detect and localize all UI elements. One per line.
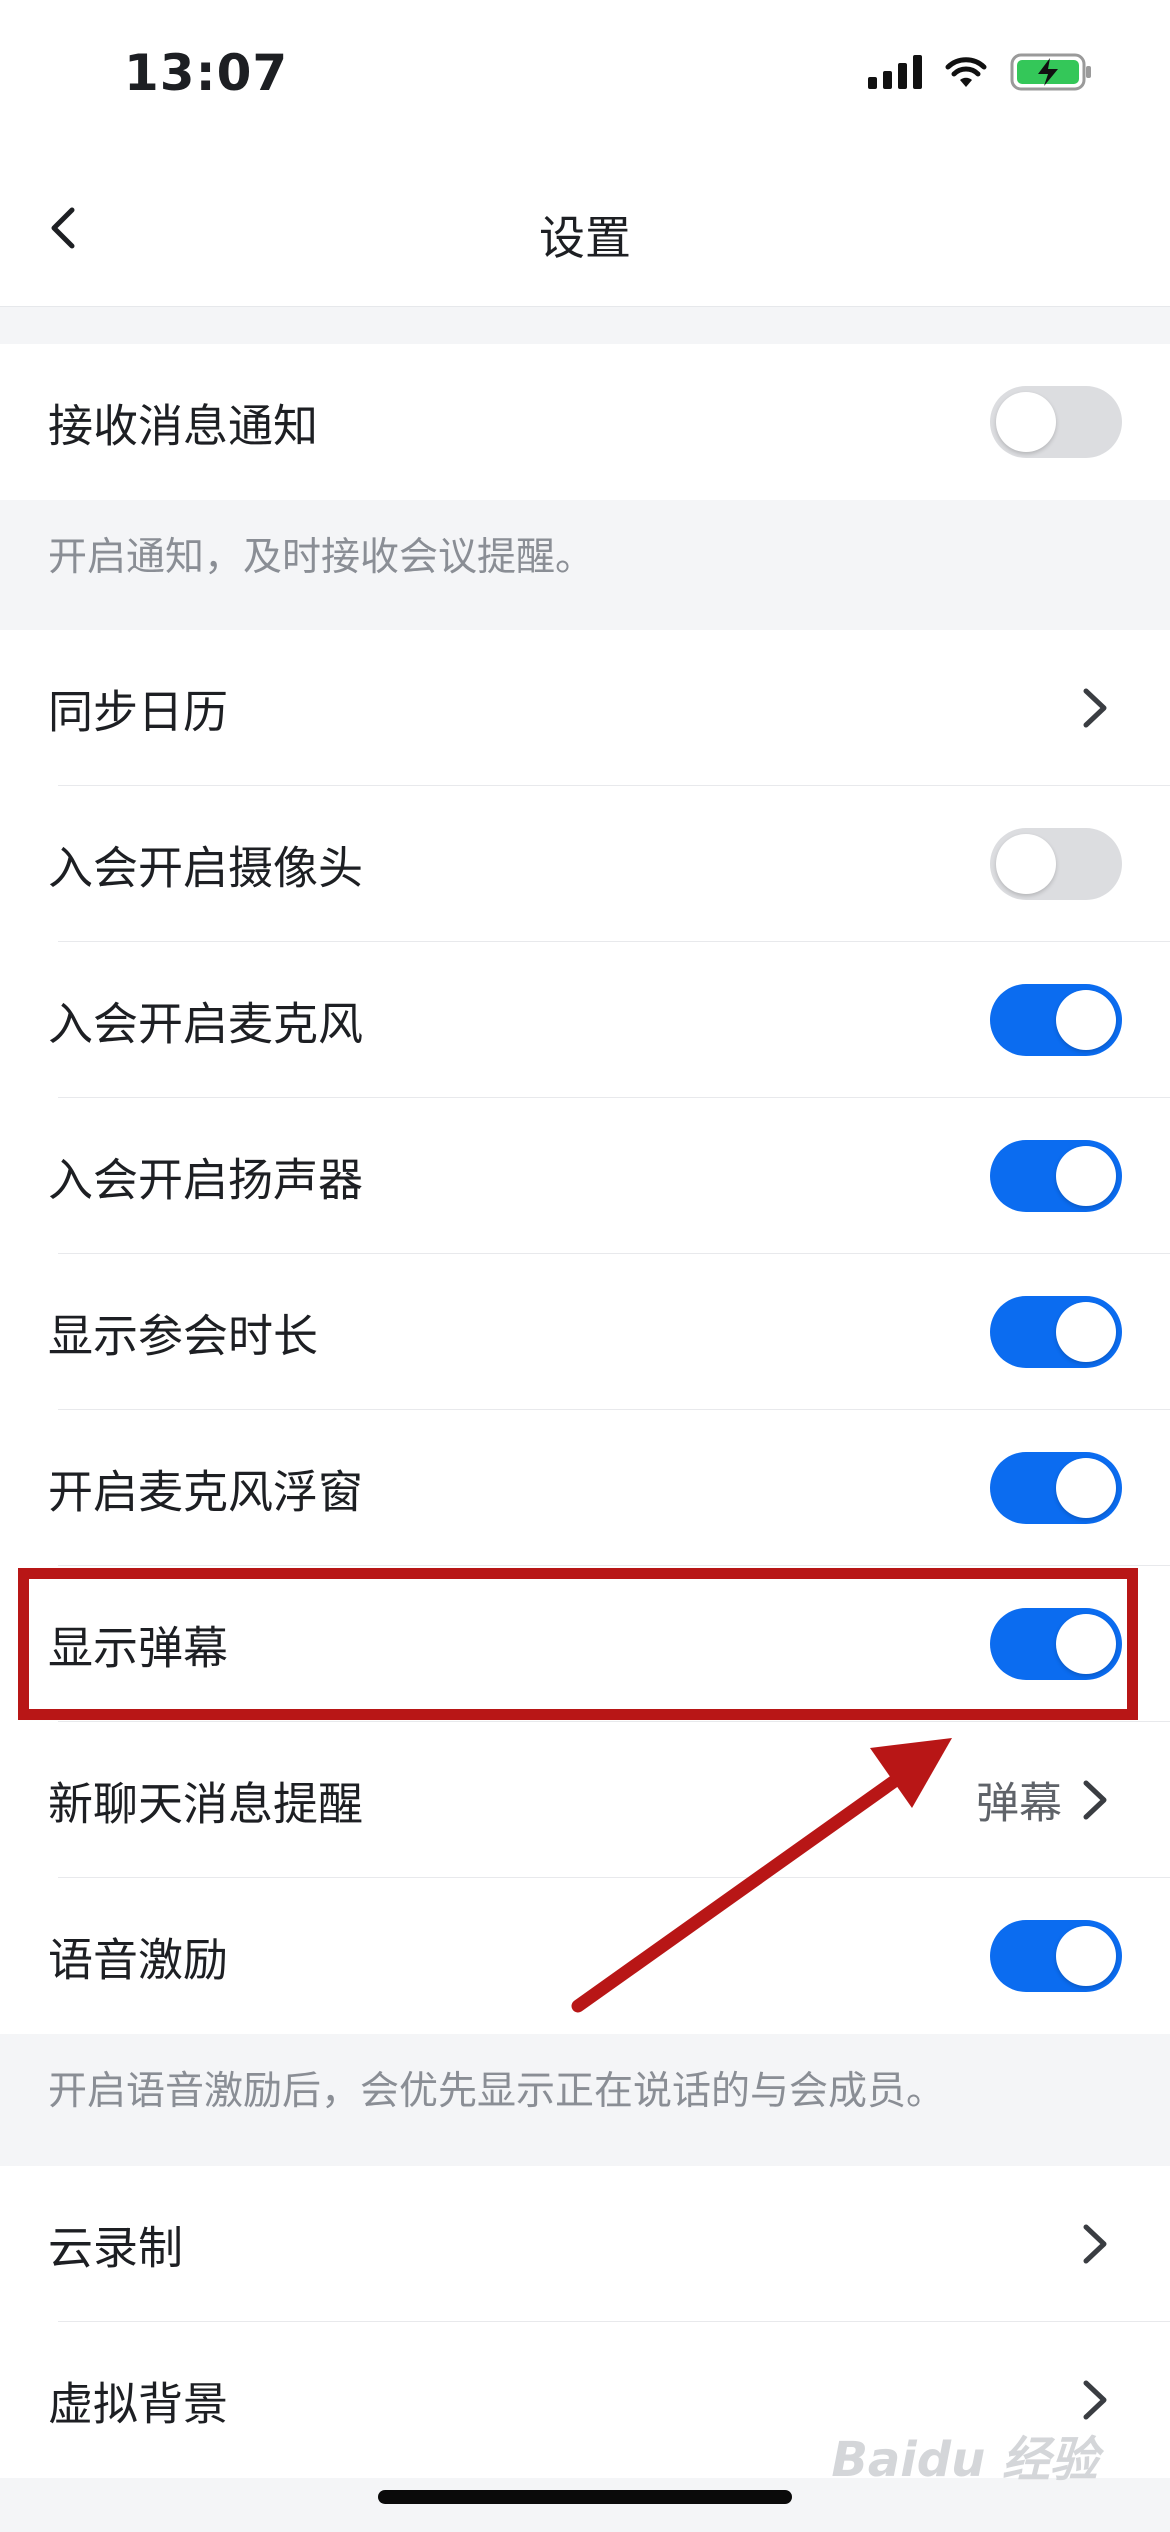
toggle-knob xyxy=(1056,1926,1116,1986)
chevron-right-icon xyxy=(1083,688,1107,728)
toggle-switch[interactable] xyxy=(990,386,1122,458)
settings-row-voice-activation[interactable]: 语音激励 xyxy=(0,1878,1170,2034)
wifi-icon xyxy=(945,57,987,87)
settings-row-cloud-recording[interactable]: 云录制 xyxy=(0,2166,1170,2322)
settings-row-sync-calendar[interactable]: 同步日历 xyxy=(0,630,1170,786)
row-label: 开启麦克风浮窗 xyxy=(48,1465,364,1519)
chevron-right-icon xyxy=(1083,1780,1107,1820)
settings-row-mic-floating-window[interactable]: 开启麦克风浮窗 xyxy=(0,1410,1170,1566)
toggle-switch[interactable] xyxy=(990,1920,1122,1992)
toggle-switch[interactable] xyxy=(990,1140,1122,1212)
row-label: 入会开启摄像头 xyxy=(48,841,364,895)
notification-hint: 开启通知，及时接收会议提醒。 xyxy=(48,535,595,580)
toggle-knob xyxy=(1056,1458,1116,1518)
page-title: 设置 xyxy=(539,211,631,265)
toggle-knob xyxy=(1056,1146,1116,1206)
row-label: 虚拟背景 xyxy=(48,2377,229,2431)
battery-charging-icon xyxy=(1010,53,1091,91)
row-label: 新聊天消息提醒 xyxy=(48,1777,364,1831)
row-label: 语音激励 xyxy=(48,1933,229,1987)
row-label: 显示参会时长 xyxy=(48,1309,319,1363)
toggle-switch[interactable] xyxy=(990,1296,1122,1368)
row-label: 入会开启扬声器 xyxy=(48,1153,364,1207)
row-label: 同步日历 xyxy=(48,685,229,739)
toggle-knob xyxy=(996,392,1056,452)
meeting-settings-section: 同步日历 入会开启摄像头 入会开启麦克风 入会开启扬声器 显示参会时长 开启麦克… xyxy=(0,630,1170,2034)
toggle-knob xyxy=(1056,1614,1116,1674)
status-time: 13:07 xyxy=(124,44,289,102)
settings-row-show-duration[interactable]: 显示参会时长 xyxy=(0,1254,1170,1410)
settings-row-receive-notifications[interactable]: 接收消息通知 xyxy=(0,344,1170,500)
settings-row-new-chat-alert[interactable]: 新聊天消息提醒 弹幕 xyxy=(0,1722,1170,1878)
toggle-knob xyxy=(1056,990,1116,1050)
baidu-watermark: Baidu 经验 xyxy=(831,2432,1098,2488)
toggle-switch[interactable] xyxy=(990,828,1122,900)
row-value: 弹幕 xyxy=(976,1779,1062,1829)
row-label: 显示弹幕 xyxy=(48,1621,229,1675)
chevron-right-icon xyxy=(1083,2224,1107,2264)
settings-row-show-danmaku[interactable]: 显示弹幕 xyxy=(0,1566,1170,1722)
chevron-right-icon xyxy=(1083,2380,1107,2420)
toggle-switch[interactable] xyxy=(990,1452,1122,1524)
voice-activation-hint: 开启语音激励后，会优先显示正在说话的与会成员。 xyxy=(48,2069,946,2114)
toggle-switch[interactable] xyxy=(990,984,1122,1056)
status-bar: 13:07 xyxy=(0,0,1170,150)
settings-row-camera-on-join[interactable]: 入会开启摄像头 xyxy=(0,786,1170,942)
signal-icon xyxy=(868,55,922,89)
toggle-knob xyxy=(996,834,1056,894)
row-label: 接收消息通知 xyxy=(48,399,319,453)
home-indicator[interactable] xyxy=(378,2490,792,2504)
notification-section: 接收消息通知 xyxy=(0,344,1170,500)
row-label: 云录制 xyxy=(48,2221,184,2275)
row-label: 入会开启麦克风 xyxy=(48,997,364,1051)
toggle-knob xyxy=(1056,1302,1116,1362)
toggle-switch[interactable] xyxy=(990,1608,1122,1680)
status-icons xyxy=(868,52,1094,92)
settings-row-speaker-on-join[interactable]: 入会开启扬声器 xyxy=(0,1098,1170,1254)
settings-row-mic-on-join[interactable]: 入会开启麦克风 xyxy=(0,942,1170,1098)
nav-bar: 设置 xyxy=(0,150,1170,307)
